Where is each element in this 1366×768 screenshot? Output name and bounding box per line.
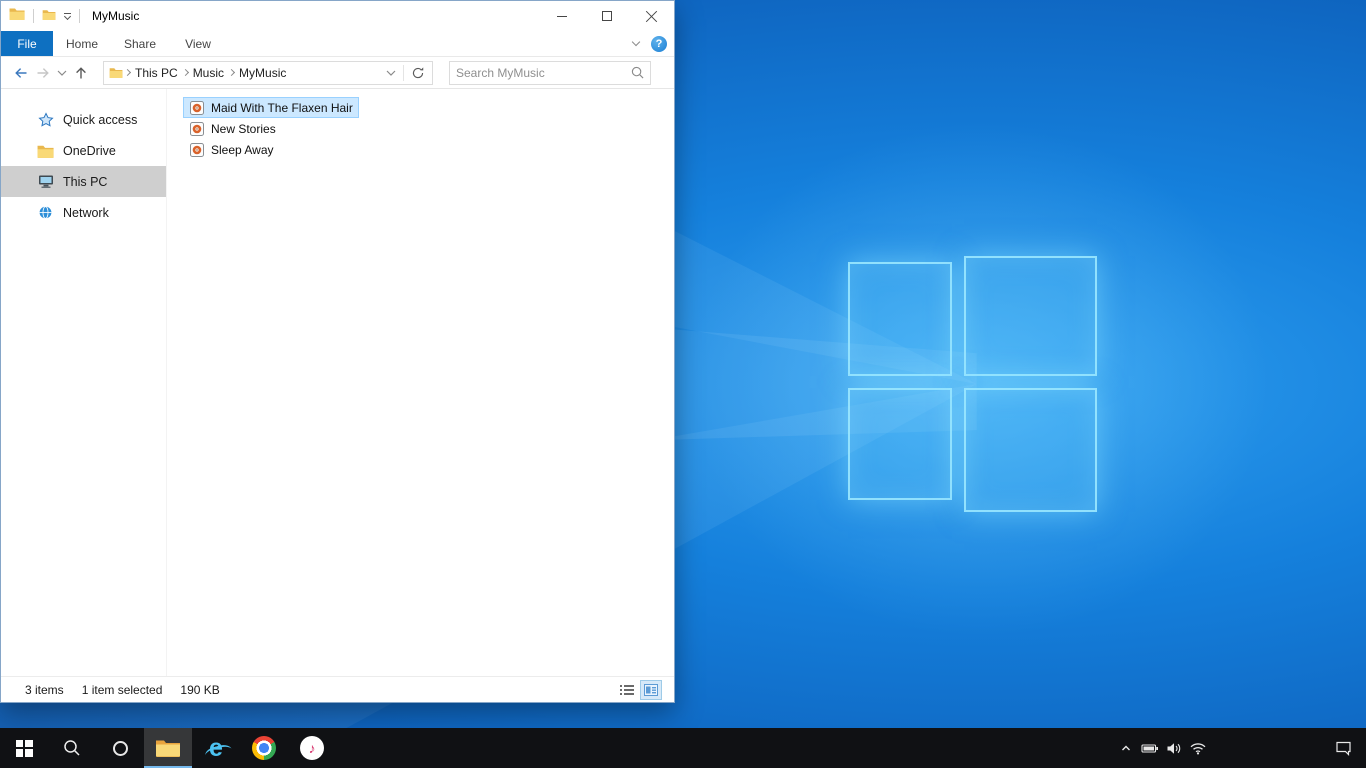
window-folder-icon: [9, 7, 25, 25]
breadcrumb-mymusic[interactable]: MyMusic: [234, 66, 291, 80]
file-explorer-window: MyMusic File Home Share View ? This PC M…: [0, 0, 675, 703]
music-file-icon: [189, 121, 205, 137]
file-name: Sleep Away: [211, 142, 274, 157]
file-name: New Stories: [211, 121, 276, 136]
breadcrumb-this-pc[interactable]: This PC: [130, 66, 183, 80]
music-file-icon: [189, 142, 205, 158]
ribbon-tab-row: File Home Share View ?: [1, 31, 674, 57]
expand-ribbon-chevron-icon[interactable]: [631, 37, 641, 47]
back-button[interactable]: [13, 65, 29, 81]
action-center-button[interactable]: [1320, 728, 1366, 768]
network-globe-icon: [37, 205, 54, 220]
sidebar-item-network[interactable]: Network: [1, 197, 166, 228]
breadcrumb-music[interactable]: Music: [188, 66, 229, 80]
maximize-icon: [601, 11, 612, 21]
minimize-icon: [556, 15, 567, 17]
window-title: MyMusic: [92, 9, 140, 23]
forward-button[interactable]: [35, 65, 51, 81]
windows-logo-pane: [964, 256, 1097, 376]
tab-share[interactable]: Share: [111, 31, 169, 56]
system-tray: [1114, 728, 1366, 768]
address-dropdown-chevron-icon[interactable]: [383, 70, 399, 76]
refresh-button[interactable]: [408, 66, 428, 80]
search-input[interactable]: [450, 65, 631, 80]
windows-logo-pane: [848, 262, 952, 376]
chrome-icon: [252, 736, 276, 760]
taskbar-search-button[interactable]: [48, 728, 96, 768]
search-box[interactable]: [449, 60, 651, 85]
sidebar-item-label: Network: [63, 205, 109, 220]
file-name: Maid With The Flaxen Hair: [211, 100, 353, 115]
window-body: Quick access OneDrive This PC Network Ma…: [1, 89, 674, 676]
music-file-icon: [189, 100, 205, 116]
status-size: 190 KB: [180, 682, 220, 697]
file-explorer-icon: [155, 738, 181, 758]
qat-pinned-folder-icon[interactable]: [42, 7, 56, 25]
minimize-button[interactable]: [539, 1, 584, 31]
desktop: MyMusic File Home Share View ? This PC M…: [0, 0, 1366, 768]
status-item-count: 3 items: [25, 682, 64, 697]
status-selection: 1 item selected: [81, 682, 163, 697]
address-divider: [403, 64, 404, 81]
quick-access-star-icon: [37, 111, 54, 128]
close-button[interactable]: [629, 1, 674, 31]
window-controls: [539, 1, 674, 31]
music-note-icon: ♪: [308, 740, 316, 756]
file-item-maid-with-the-flaxen-hair[interactable]: Maid With The Flaxen Hair: [183, 97, 359, 118]
navigation-pane: Quick access OneDrive This PC Network: [1, 89, 166, 676]
windows-start-icon: [15, 739, 33, 757]
onedrive-folder-icon: [37, 144, 54, 158]
address-bar[interactable]: This PC Music MyMusic: [103, 60, 433, 85]
taskbar: e ♪: [0, 728, 1366, 768]
taskbar-chrome-button[interactable]: [240, 728, 288, 768]
speaker-icon[interactable]: [1162, 728, 1186, 768]
file-item-sleep-away[interactable]: Sleep Away: [183, 139, 280, 160]
quick-access-toolbar: [1, 7, 80, 25]
recent-locations-chevron-icon[interactable]: [57, 70, 67, 76]
status-bar: 3 items 1 item selected 190 KB: [1, 676, 674, 702]
taskbar-file-explorer-button[interactable]: [144, 728, 192, 768]
search-icon[interactable]: [631, 66, 650, 79]
taskbar-internet-explorer-button[interactable]: e: [192, 728, 240, 768]
internet-explorer-icon: e: [209, 733, 223, 762]
this-pc-monitor-icon: [37, 174, 54, 189]
title-bar[interactable]: MyMusic: [1, 1, 674, 31]
search-icon: [62, 738, 82, 758]
tab-home[interactable]: Home: [53, 31, 111, 56]
windows-logo-pane: [848, 388, 952, 500]
view-toggles: [616, 679, 674, 700]
large-icons-view-button[interactable]: [640, 679, 662, 700]
up-button[interactable]: [73, 65, 89, 81]
details-view-button[interactable]: [616, 680, 638, 700]
cortana-button[interactable]: [96, 728, 144, 768]
toolbar-separator: [33, 9, 34, 23]
file-list[interactable]: Maid With The Flaxen Hair New Stories Sl…: [166, 89, 674, 676]
sidebar-item-onedrive[interactable]: OneDrive: [1, 135, 166, 166]
toolbar-separator: [79, 9, 80, 23]
itunes-icon: ♪: [300, 736, 324, 760]
file-item-new-stories[interactable]: New Stories: [183, 118, 282, 139]
navigation-bar: This PC Music MyMusic: [1, 57, 674, 89]
sidebar-item-quick-access[interactable]: Quick access: [1, 104, 166, 135]
sidebar-item-label: Quick access: [63, 112, 138, 127]
tab-file[interactable]: File: [1, 31, 53, 56]
customize-toolbar-chevron-icon[interactable]: [63, 12, 72, 21]
windows-logo-pane: [964, 388, 1097, 512]
help-button[interactable]: ?: [651, 35, 667, 52]
show-hidden-icons-button[interactable]: [1114, 728, 1138, 768]
battery-icon[interactable]: [1138, 728, 1162, 768]
maximize-button[interactable]: [584, 1, 629, 31]
start-button[interactable]: [0, 728, 48, 768]
sidebar-item-label: OneDrive: [63, 143, 116, 158]
taskbar-itunes-button[interactable]: ♪: [288, 728, 336, 768]
wifi-icon[interactable]: [1186, 728, 1210, 768]
close-icon: [646, 10, 658, 22]
sidebar-item-this-pc[interactable]: This PC: [1, 166, 166, 197]
cortana-icon: [112, 740, 128, 756]
address-folder-icon: [109, 67, 123, 78]
sidebar-item-label: This PC: [63, 174, 108, 189]
tab-view[interactable]: View: [169, 31, 227, 56]
